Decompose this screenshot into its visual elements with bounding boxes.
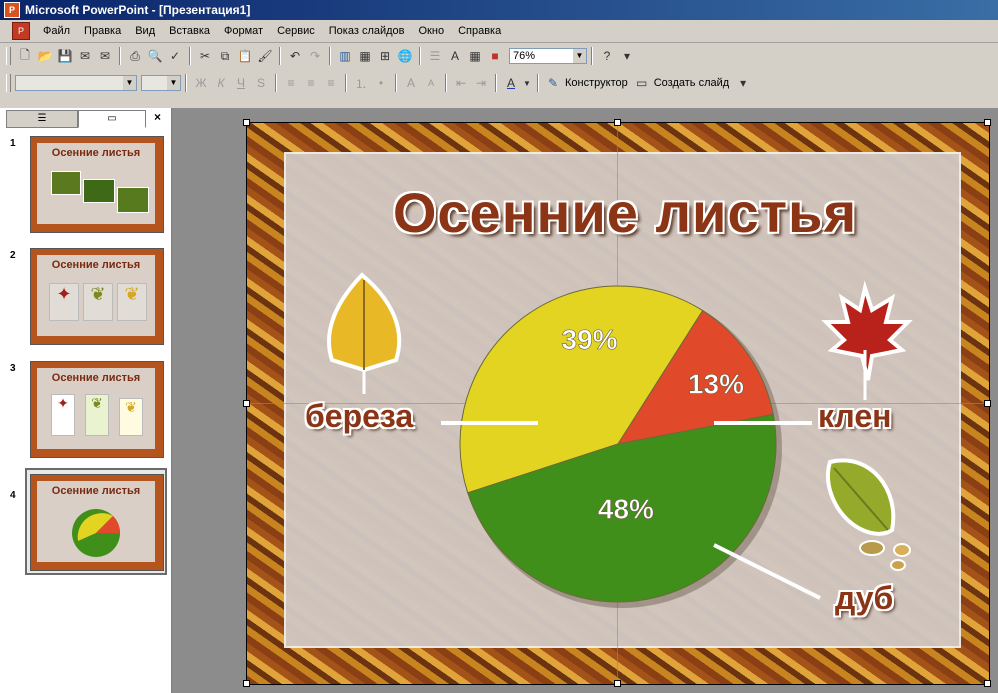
label-maple[interactable]: клен (818, 398, 891, 435)
resize-handle[interactable] (243, 400, 250, 407)
label-oak[interactable]: дуб (835, 580, 893, 617)
resize-handle[interactable] (984, 680, 991, 687)
resize-handle[interactable] (243, 680, 250, 687)
pie-value-label-maple: 13% (688, 368, 744, 399)
resize-handle[interactable] (243, 119, 250, 126)
pie-value-label-birch: 39% (562, 324, 618, 355)
resize-handle[interactable] (984, 400, 991, 407)
label-birch[interactable]: береза (305, 398, 413, 435)
resize-handle[interactable] (614, 119, 621, 126)
leader-line-oak (713, 543, 821, 600)
resize-handle[interactable] (614, 680, 621, 687)
resize-handle[interactable] (984, 119, 991, 126)
pie-value-label-oak: 48% (598, 493, 654, 524)
